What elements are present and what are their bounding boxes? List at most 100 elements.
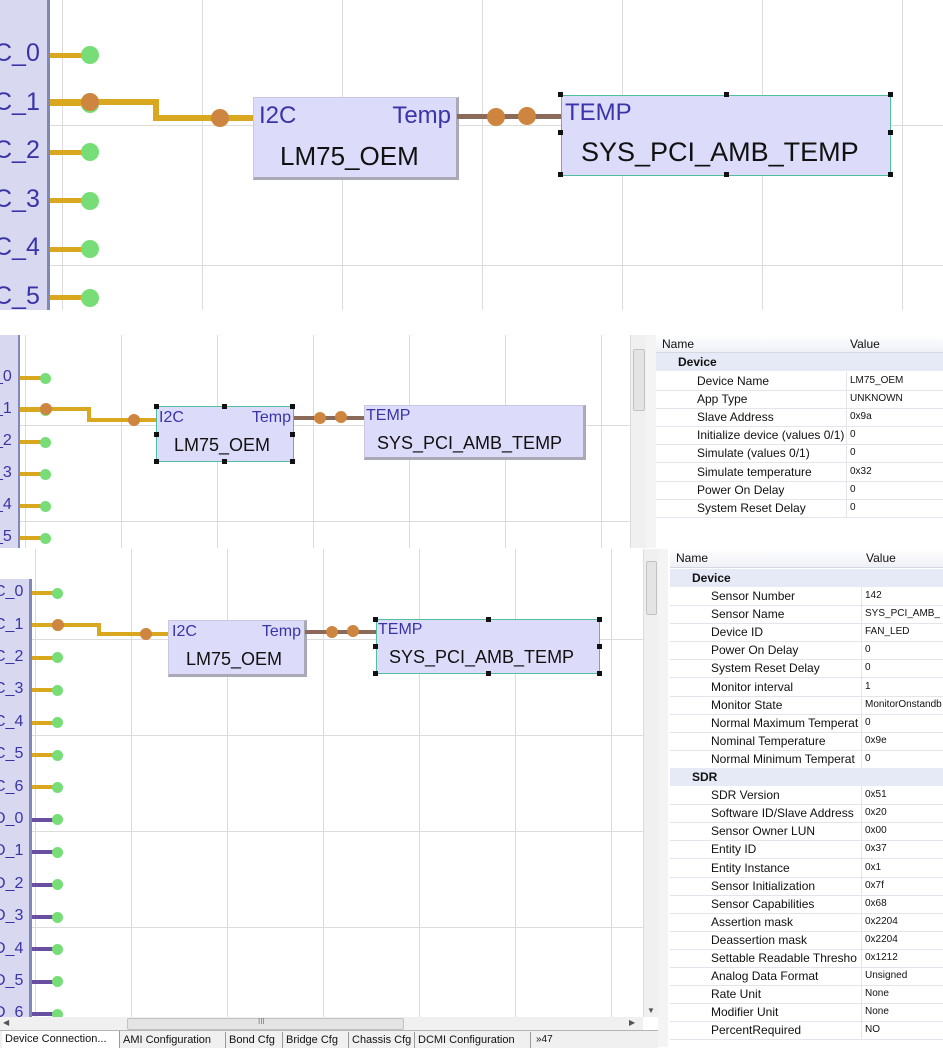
pin-connection-dot[interactable] (52, 846, 63, 858)
category-device[interactable]: Device (670, 569, 943, 587)
property-value[interactable]: 0x9a (850, 411, 872, 422)
property-value[interactable]: 0x9e (865, 735, 887, 746)
property-row[interactable]: Normal Maximum Temperat 0 (670, 713, 943, 733)
property-value[interactable]: 0x1 (865, 862, 881, 873)
selection-handle[interactable] (222, 404, 227, 409)
selection-handle[interactable] (222, 459, 227, 464)
canvas-horizontal-scrollbar[interactable]: ◀ III ▶ (0, 1017, 643, 1030)
property-row[interactable]: Nominal Temperature 0x9e (670, 731, 943, 751)
property-row[interactable]: Entity ID 0x37 (670, 840, 943, 860)
property-row[interactable]: Modifier Unit None (670, 1003, 943, 1023)
document-tab[interactable]: AMI Configuration (120, 1032, 226, 1048)
canvas-vertical-scrollbar[interactable] (630, 335, 647, 548)
selection-handle[interactable] (558, 130, 563, 135)
property-value[interactable]: None (865, 988, 889, 999)
sensor-block-sys-pci-amb-temp[interactable]: TEMP SYS_PCI_AMB_TEMP (376, 619, 600, 674)
property-value[interactable]: 142 (865, 590, 882, 601)
property-row[interactable]: App Type UNKNOWN (656, 390, 943, 410)
selection-handle[interactable] (373, 644, 378, 649)
property-row[interactable]: Monitor interval 1 (670, 677, 943, 697)
property-row[interactable]: Sensor Number 142 (670, 587, 943, 606)
property-value[interactable]: 0x2204 (865, 934, 898, 945)
device-block-lm75[interactable]: I2C Temp LM75_OEM (168, 620, 307, 677)
document-tab[interactable]: Bond Cfg (226, 1032, 283, 1048)
property-row[interactable]: SDR Version 0x51 (670, 786, 943, 806)
pin-connection-dot[interactable] (40, 500, 51, 512)
property-value[interactable]: 0 (850, 502, 856, 513)
property-value[interactable]: 0x68 (865, 898, 887, 909)
selection-handle[interactable] (373, 671, 378, 676)
property-row[interactable]: Power On Delay 0 (656, 480, 943, 500)
property-value[interactable]: 0x1212 (865, 952, 898, 963)
document-tab[interactable]: DCMI Configuration (415, 1032, 531, 1048)
pin-connection-dot[interactable] (40, 436, 51, 448)
property-row[interactable]: Sensor Initialization 0x7f (670, 876, 943, 896)
property-value[interactable]: 0x32 (850, 466, 872, 477)
property-row[interactable]: Device ID FAN_LED (670, 623, 943, 643)
selection-handle[interactable] (888, 130, 893, 135)
property-value[interactable]: 0x51 (865, 789, 887, 800)
property-row[interactable]: Device Name LM75_OEM (656, 372, 943, 391)
property-value[interactable]: FAN_LED (865, 626, 909, 637)
selection-handle[interactable] (558, 172, 563, 177)
pin-connection-dot[interactable] (52, 749, 63, 761)
selection-handle[interactable] (486, 671, 491, 676)
property-row[interactable]: System Reset Delay 0 (656, 498, 943, 518)
diagram-canvas-3[interactable]: C_0 C_1 C_2 C_3 C_4 C_5 C_6 D_0 D_1 D_2 D_3 D_4 D_5 D… (0, 549, 643, 1017)
selection-handle[interactable] (888, 172, 893, 177)
selection-handle[interactable] (724, 92, 729, 97)
pin-connection-dot[interactable] (52, 879, 63, 891)
property-row[interactable]: Normal Minimum Temperat 0 (670, 749, 943, 769)
category-device[interactable]: Device (656, 353, 943, 371)
pin-connection-dot[interactable] (52, 684, 63, 696)
pin-connection-dot[interactable] (52, 781, 63, 793)
property-value[interactable]: 0 (865, 662, 871, 673)
property-value[interactable]: 0 (850, 484, 856, 495)
selection-handle[interactable] (486, 617, 491, 622)
sensor-block-sys-pci-amb-temp[interactable]: TEMP SYS_PCI_AMB_TEMP (364, 405, 586, 460)
property-value[interactable]: 0x2204 (865, 916, 898, 927)
property-row[interactable]: Settable Readable Thresho 0x1212 (670, 949, 943, 968)
document-tab[interactable]: Bridge Cfg (283, 1032, 349, 1048)
property-value[interactable]: None (865, 1006, 889, 1017)
property-value[interactable]: 0 (865, 717, 871, 728)
property-row[interactable]: Deassertion mask 0x2204 (670, 930, 943, 950)
pin-connection-dot[interactable] (52, 587, 63, 599)
property-row[interactable]: Assertion mask 0x2204 (670, 912, 943, 932)
selection-handle[interactable] (154, 404, 159, 409)
selection-handle[interactable] (888, 92, 893, 97)
selection-handle[interactable] (724, 172, 729, 177)
property-row[interactable]: Software ID/Slave Address 0x20 (670, 804, 943, 824)
scroll-down-arrow-icon[interactable]: ▼ (647, 1006, 655, 1015)
selection-handle[interactable] (290, 432, 295, 437)
property-row[interactable]: Sensor Capabilities 0x68 (670, 894, 943, 914)
tab-overflow-button[interactable]: »47 (533, 1032, 556, 1048)
selection-handle[interactable] (558, 92, 563, 97)
property-row[interactable]: Slave Address 0x9a (656, 408, 943, 428)
tab-device-connection[interactable]: Device Connection... (2, 1031, 120, 1048)
selection-handle[interactable] (154, 432, 159, 437)
property-row[interactable]: Monitor State MonitorOnstandb (670, 695, 943, 715)
property-value[interactable]: 0 (865, 753, 871, 764)
property-value[interactable]: 0x7f (865, 880, 884, 891)
pin-connection-dot[interactable] (52, 652, 63, 664)
property-row[interactable]: Entity Instance 0x1 (670, 858, 943, 878)
property-value[interactable]: UNKNOWN (850, 393, 903, 404)
property-row[interactable]: Initialize device (values 0/1) 0 (656, 426, 943, 446)
canvas-vertical-scrollbar[interactable]: ▼ (643, 549, 659, 1017)
scroll-right-arrow-icon[interactable]: ▶ (629, 1018, 635, 1027)
selection-handle[interactable] (290, 459, 295, 464)
property-row[interactable]: Analog Data Format Unsigned (670, 967, 943, 987)
diagram-canvas-zoomed[interactable]: C_0 C_1 C_2 C_3 C_4 C_5 I2C Temp LM75_OEM TEM… (0, 0, 943, 310)
property-row[interactable]: Simulate (values 0/1) 0 (656, 444, 943, 464)
pin-connection-dot[interactable] (81, 288, 99, 307)
property-value[interactable]: Unsigned (865, 970, 907, 981)
pin-connection-dot[interactable] (81, 240, 99, 258)
diagram-canvas-2[interactable]: _0 _1 _2 _3 _4 _5 I2C Temp LM75_OEM TEMP SYS_… (0, 335, 630, 548)
pin-connection-dot[interactable] (81, 143, 99, 161)
device-block-lm75[interactable]: I2C Temp LM75_OEM (253, 97, 459, 180)
property-value[interactable]: 0 (850, 429, 856, 440)
property-row[interactable]: Rate Unit None (670, 985, 943, 1005)
scroll-left-arrow-icon[interactable]: ◀ (3, 1018, 9, 1027)
property-value[interactable]: 0 (865, 644, 871, 655)
